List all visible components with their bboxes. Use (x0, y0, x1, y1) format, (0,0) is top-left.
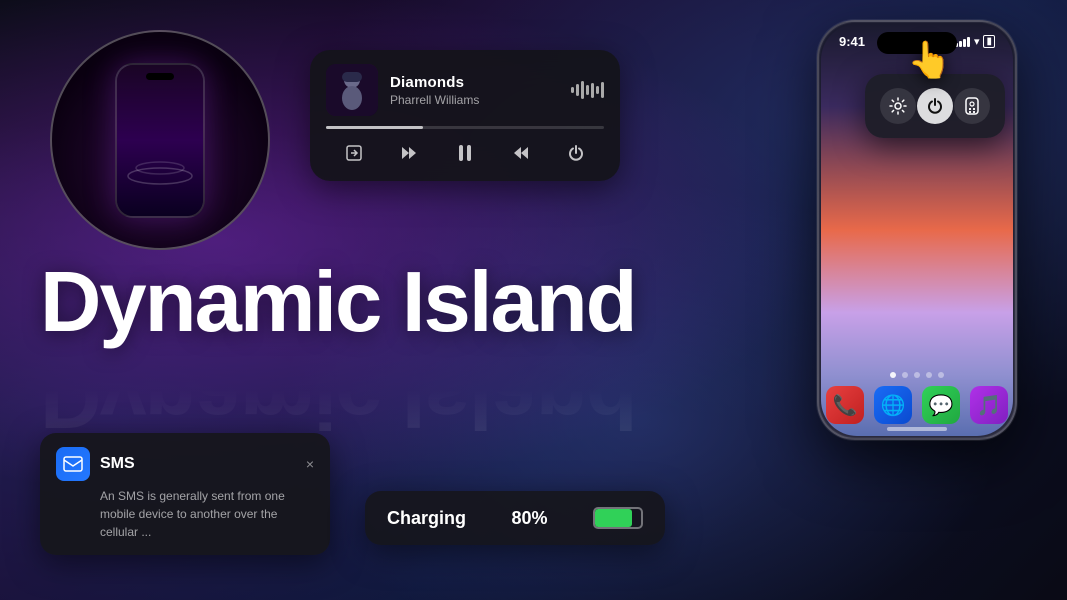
sms-top-row: SMS × (56, 447, 314, 481)
music-waveform (571, 81, 604, 99)
remote-ctrl-icon[interactable] (954, 88, 990, 124)
waveform-bar-6 (596, 86, 599, 94)
waveform-bar-4 (586, 85, 589, 95)
control-center-popup (865, 74, 1005, 138)
pause-button[interactable] (451, 139, 479, 167)
charging-fill (595, 509, 632, 527)
home-dot-4 (926, 372, 932, 378)
rewind-button[interactable] (395, 139, 423, 167)
title-text: Dynamic Island (40, 255, 636, 350)
battery-icon: ▮ (983, 35, 995, 48)
left-phone-screen (117, 65, 203, 216)
signal-bars (955, 37, 970, 47)
sms-body-text: An SMS is generally sent from one mobile… (56, 487, 314, 541)
phone-status-icons: ▾ ▮ (955, 35, 995, 48)
forward-button[interactable] (507, 139, 535, 167)
messages-app-icon[interactable]: 💬 (922, 386, 960, 424)
main-title: Dynamic Island (40, 260, 636, 345)
home-dot-3 (914, 372, 920, 378)
waveform-bar-5 (591, 83, 594, 98)
signal-bar-2 (959, 41, 962, 47)
hand-cursor-icon: 👆 (907, 39, 952, 81)
waveform-bar-3 (581, 81, 584, 99)
sms-app-name: SMS (100, 455, 135, 473)
home-dot-5 (938, 372, 944, 378)
settings-ctrl-icon[interactable] (880, 88, 916, 124)
left-phone-notch (146, 73, 174, 80)
charging-label: Charging (387, 508, 466, 529)
left-phone-circle (50, 30, 270, 250)
safari-app-icon[interactable]: 🌐 (874, 386, 912, 424)
music-title: Diamonds (390, 74, 559, 91)
music-progress-bar[interactable] (326, 126, 604, 129)
home-dots (890, 372, 944, 378)
signal-bar-4 (967, 37, 970, 47)
right-phone-screen: 9:41 ▾ ▮ 👆 (821, 24, 1013, 436)
music-artist: Pharrell Williams (390, 93, 559, 107)
app-icons-row: 📞 🌐 💬 🎵 (826, 386, 1008, 424)
music-controls (326, 139, 604, 167)
charging-widget: Charging 80% (365, 491, 665, 545)
waveform-bar-2 (576, 84, 579, 96)
music-info: Diamonds Pharrell Williams (390, 74, 559, 107)
music-album-art (326, 64, 378, 116)
music-app-icon[interactable]: 🎵 (970, 386, 1008, 424)
phone-home-bar (887, 427, 947, 431)
home-dot-1 (890, 372, 896, 378)
sms-close-button[interactable]: × (306, 456, 314, 472)
charging-percent: 80% (511, 508, 547, 529)
power-ctrl-icon[interactable] (917, 88, 953, 124)
charging-bar (593, 507, 643, 529)
phone-time: 9:41 (839, 34, 865, 49)
signal-bar-3 (963, 39, 966, 47)
left-phone-device (115, 63, 205, 218)
waveform-bar-7 (601, 82, 604, 98)
main-title-reflection: Dynamic Island (40, 355, 636, 440)
power-button[interactable] (562, 139, 590, 167)
music-top-row: Diamonds Pharrell Williams (326, 64, 604, 116)
sms-notification: SMS × An SMS is generally sent from one … (40, 433, 330, 555)
sms-app-icon (56, 447, 90, 481)
right-phone: 9:41 ▾ ▮ 👆 (817, 20, 1017, 440)
waveform-bar-1 (571, 87, 574, 93)
share-button[interactable] (340, 139, 368, 167)
music-player-widget: Diamonds Pharrell Williams (310, 50, 620, 181)
control-center-icons (879, 88, 991, 124)
wifi-icon: ▾ (974, 35, 980, 48)
charging-bar-container (593, 507, 643, 529)
phone-app-icon[interactable]: 📞 (826, 386, 864, 424)
home-dot-2 (902, 372, 908, 378)
music-progress-fill (326, 126, 423, 129)
